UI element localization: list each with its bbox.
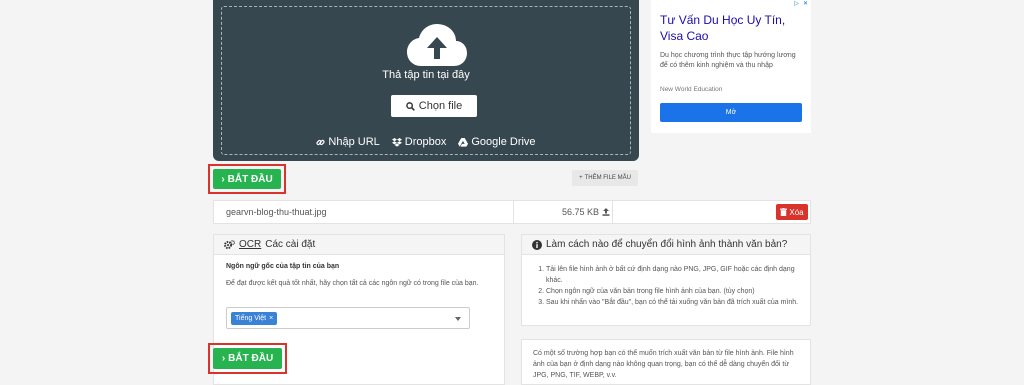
language-tag: Tiếng Việt × <box>231 312 278 325</box>
source-google-drive[interactable]: Google Drive <box>458 136 536 148</box>
dropbox-icon <box>391 137 402 147</box>
language-help: Để đạt được kết quả tốt nhất, hãy chọn t… <box>226 280 479 287</box>
add-sample-label: THÊM FILE MẪU <box>584 175 631 181</box>
advertisement[interactable]: ▷ ✕ Tư Vấn Du Học Uy Tín, Visa Cao Du họ… <box>651 0 811 133</box>
info-box: Có một số trường hợp bạn có thể muốn trí… <box>521 339 811 385</box>
howto-panel: Làm cách nào để chuyển đổi hình ảnh thàn… <box>521 234 811 326</box>
info-text: Có một số trường hợp bạn có thể muốn trí… <box>533 350 794 379</box>
howto-header: Làm cách nào để chuyển đổi hình ảnh thàn… <box>522 235 810 255</box>
source-dropbox[interactable]: Dropbox <box>391 136 447 148</box>
file-row: gearvn-blog-thu-thuat.jpg 56.75 KB Xóa <box>213 200 811 224</box>
file-column-divider <box>513 201 514 223</box>
ad-source: New World Education <box>660 86 723 93</box>
upload-icon <box>602 208 610 216</box>
howto-step: Sau khi nhấn vào "Bắt đầu", bạn có thể t… <box>546 297 802 308</box>
close-icon[interactable]: ✕ <box>802 1 809 8</box>
settings-ocr-label: OCR <box>239 239 262 250</box>
ad-choices[interactable]: ▷ ✕ <box>793 1 809 8</box>
file-name: gearvn-blog-thu-thuat.jpg <box>226 207 327 217</box>
chevron-down-icon <box>455 317 461 321</box>
source-google-drive-label: Google Drive <box>471 136 536 148</box>
trash-icon <box>780 208 788 216</box>
source-url-label: Nhập URL <box>328 136 380 148</box>
dropzone-border: Thả tập tin tại đây Chọn file Nhập URL D… <box>221 6 631 155</box>
ad-title[interactable]: Tư Vấn Du Học Uy Tín, Visa Cao <box>660 12 802 44</box>
start-button-label: BẮT ĐẦU <box>227 173 273 185</box>
plus-icon: + <box>579 175 583 181</box>
info-icon <box>532 239 542 250</box>
upload-dropzone[interactable]: Thả tập tin tại đây Chọn file Nhập URL D… <box>213 0 639 161</box>
language-select[interactable]: Tiếng Việt × <box>226 307 470 329</box>
language-title: Ngôn ngữ gốc của tập tin của bạn <box>226 263 340 270</box>
start-button-bottom[interactable]: › BẮT ĐẦU <box>213 348 282 369</box>
source-url[interactable]: Nhập URL <box>316 136 380 148</box>
settings-header: OCR Các cài đặt <box>214 235 504 255</box>
source-dropbox-label: Dropbox <box>404 136 447 148</box>
choose-file-button[interactable]: Chọn file <box>391 95 477 117</box>
howto-step: Tải lên file hình ảnh ở bất cứ định dạng… <box>546 264 802 286</box>
language-tag-label: Tiếng Việt <box>235 315 267 322</box>
ad-open-button[interactable]: Mở <box>660 103 802 122</box>
remove-tag-icon[interactable]: × <box>269 315 273 322</box>
howto-title: Làm cách nào để chuyển đổi hình ảnh thàn… <box>546 239 788 250</box>
adchoices-icon[interactable]: ▷ <box>793 1 800 8</box>
delete-file-button[interactable]: Xóa <box>776 204 808 220</box>
choose-file-label: Chọn file <box>418 100 463 112</box>
file-size-value: 56.75 KB <box>562 207 600 217</box>
gears-icon <box>224 239 235 249</box>
file-size: 56.75 KB <box>562 207 610 217</box>
howto-step: Chọn ngôn ngữ của văn bản trong file hìn… <box>546 286 802 297</box>
delete-label: Xóa <box>789 207 804 217</box>
settings-title: Các cài đặt <box>265 239 316 250</box>
ad-description: Du học chương trình thực tập hướng lương… <box>660 52 796 69</box>
howto-steps: Tải lên file hình ảnh ở bất cứ định dạng… <box>546 264 802 308</box>
drop-text: Thả tập tin tại đây <box>382 69 470 81</box>
ad-open-label: Mở <box>725 109 737 116</box>
start-button-top[interactable]: › BẮT ĐẦU <box>213 169 281 189</box>
search-icon <box>405 101 415 111</box>
start-button-label: BẮT ĐẦU <box>228 353 274 364</box>
cloud-upload-icon <box>407 24 467 66</box>
upload-sources: Nhập URL Dropbox Google Drive <box>222 136 630 148</box>
file-column-divider <box>612 201 613 223</box>
google-drive-icon <box>458 137 469 147</box>
chevron-right-icon: › <box>221 353 226 364</box>
link-icon <box>316 139 326 145</box>
add-sample-file-button[interactable]: + THÊM FILE MẪU <box>572 170 638 186</box>
chevron-right-icon: › <box>221 173 225 185</box>
